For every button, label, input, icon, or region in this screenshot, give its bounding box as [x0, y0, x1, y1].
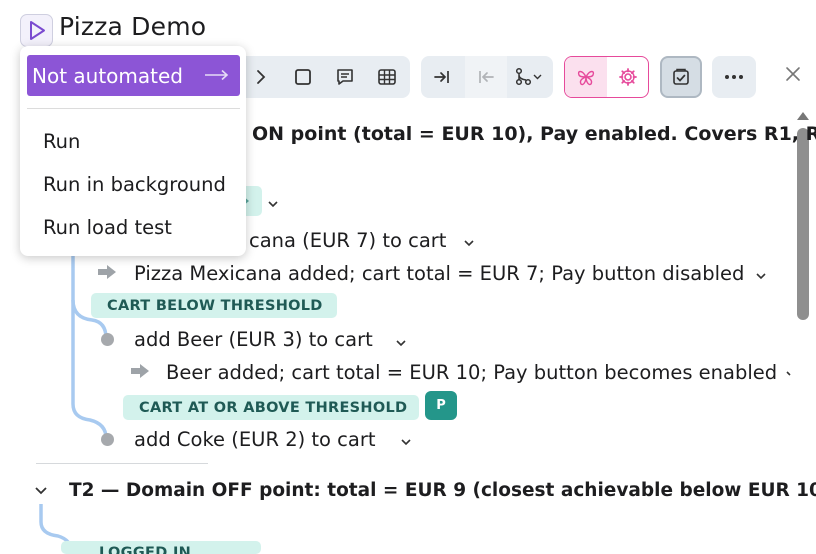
chevron-down-icon[interactable]: [393, 335, 409, 351]
collapse-chevron-icon[interactable]: [32, 482, 50, 500]
tag-cart-at-or-above-threshold[interactable]: CART AT OR ABOVE THRESHOLD: [123, 395, 419, 420]
result-pizza[interactable]: Pizza Mexicana added; cart total = EUR 7…: [134, 262, 744, 285]
menu-item-run-in-background[interactable]: Run in background: [43, 173, 226, 196]
chevron-down-icon[interactable]: [753, 268, 769, 284]
not-automated-label: Not automated: [32, 63, 183, 88]
run-menu-popup: Not automated Run Run in background Run …: [20, 46, 246, 256]
not-automated-option[interactable]: Not automated: [27, 55, 240, 96]
menu-item-run-load-test[interactable]: Run load test: [43, 216, 172, 239]
tag-cart-below-threshold[interactable]: CART BELOW THRESHOLD: [91, 293, 337, 318]
step-bullet: [101, 433, 114, 446]
menu-item-run[interactable]: Run: [43, 130, 80, 153]
step-add-beer[interactable]: add Beer (EUR 3) to cart: [134, 328, 373, 351]
step-bullet: [101, 333, 114, 346]
test-case-header-t2[interactable]: T2 — Domain OFF point: total = EUR 9 (cl…: [69, 480, 816, 501]
divider: [36, 463, 208, 464]
chevron-down-icon[interactable]: [398, 434, 414, 450]
arrow-right-icon: [205, 69, 229, 81]
badge-p[interactable]: P: [425, 391, 457, 420]
chevron-down-icon[interactable]: [265, 196, 281, 212]
menu-divider: [27, 108, 240, 109]
chevron-down-icon[interactable]: [461, 235, 477, 251]
chevron-down-icon-partial[interactable]: [786, 369, 794, 379]
step-add-coke[interactable]: add Coke (EUR 2) to cart: [134, 428, 376, 451]
result-arrow-icon: [98, 265, 116, 279]
test-case-header-t1[interactable]: ON point (total = EUR 10), Pay enabled. …: [252, 123, 816, 145]
result-arrow-icon: [131, 364, 149, 378]
step-add-pizza[interactable]: cana (EUR 7) to cart: [249, 229, 446, 252]
result-beer[interactable]: Beer added; cart total = EUR 10; Pay but…: [166, 361, 777, 384]
tag-logged-in[interactable]: LOGGED IN: [61, 541, 261, 554]
